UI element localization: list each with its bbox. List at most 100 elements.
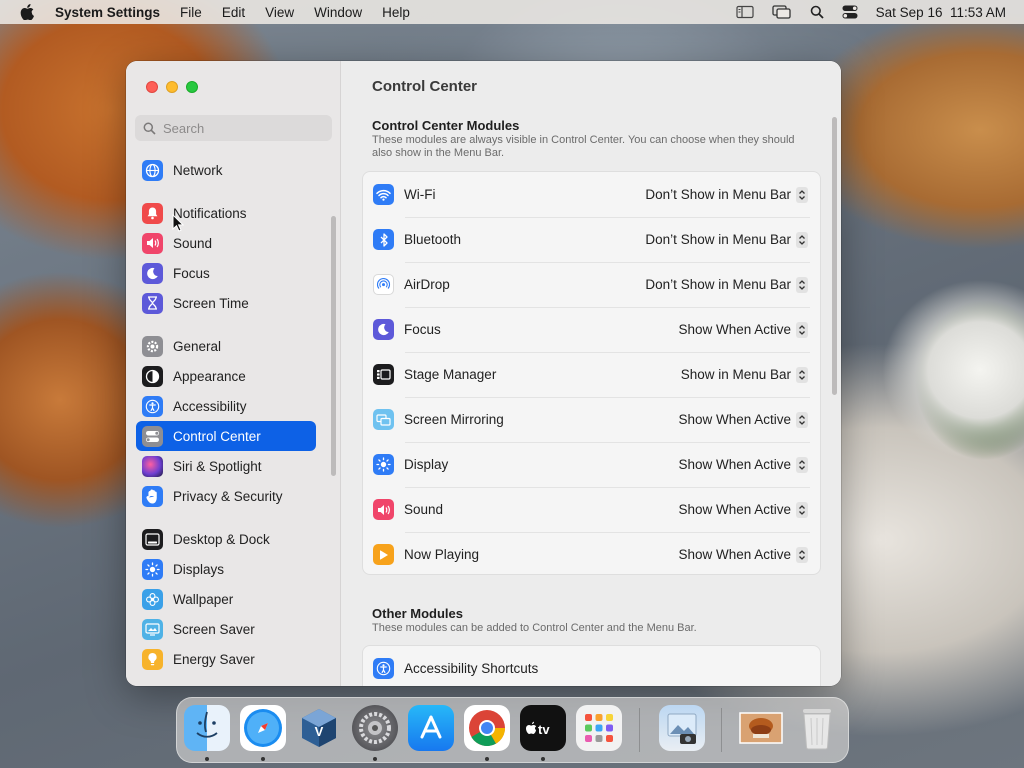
chevron-updown-icon bbox=[796, 501, 808, 518]
module-option-value: Show When Active bbox=[678, 502, 791, 517]
virtualbox-icon[interactable]: V bbox=[296, 705, 342, 751]
module-label: Display bbox=[404, 457, 449, 472]
sidebar-item-label: Screen Time bbox=[173, 295, 249, 311]
menu-file[interactable]: File bbox=[180, 5, 202, 20]
chevron-updown-icon bbox=[796, 276, 808, 293]
minimize-button[interactable] bbox=[166, 81, 178, 93]
sidebar-item-displays[interactable]: Displays bbox=[136, 554, 316, 584]
module-row-accessibility-shortcuts[interactable]: Accessibility Shortcuts bbox=[363, 646, 820, 686]
accessibility-icon bbox=[373, 658, 394, 679]
page-title: Control Center bbox=[372, 78, 477, 95]
content-pane: Control Center Control Center Modules Th… bbox=[342, 61, 841, 686]
image-thumbnail-icon[interactable] bbox=[738, 705, 784, 751]
moon-icon bbox=[142, 262, 163, 284]
bell-icon bbox=[142, 202, 163, 224]
sidebar-item-energy-saver[interactable]: Energy Saver bbox=[136, 644, 316, 674]
sidebar-item-control-center[interactable]: Control Center bbox=[136, 421, 316, 451]
apple-tv-icon[interactable]: tv bbox=[520, 705, 566, 751]
module-option-value: Show When Active bbox=[678, 322, 791, 337]
sidebar-item-privacy-security[interactable]: Privacy & Security bbox=[136, 481, 316, 511]
module-option-select[interactable]: Don’t Show in Menu Bar bbox=[645, 231, 808, 248]
bluetooth-icon bbox=[373, 229, 394, 250]
app-store-icon[interactable] bbox=[408, 705, 454, 751]
other-modules-list: Accessibility Shortcuts bbox=[362, 645, 821, 686]
module-row-screen-mirroring: Screen Mirroring Show When Active bbox=[363, 397, 820, 442]
module-option-value: Don’t Show in Menu Bar bbox=[645, 187, 791, 202]
content-scrollbar[interactable] bbox=[832, 117, 837, 395]
search-input[interactable]: Search bbox=[135, 115, 332, 141]
sidebar-item-screen-saver[interactable]: Screen Saver bbox=[136, 614, 316, 644]
chevron-updown-icon bbox=[796, 231, 808, 248]
accessibility-icon bbox=[142, 395, 163, 417]
sidebar-item-general[interactable]: General bbox=[136, 331, 316, 361]
sidebar-toggle-status-icon[interactable] bbox=[736, 5, 754, 19]
sun-icon bbox=[373, 454, 394, 475]
sidebar-item-accessibility[interactable]: Accessibility bbox=[136, 391, 316, 421]
screen-mirroring-status-icon[interactable] bbox=[772, 5, 792, 19]
module-option-value: Show When Active bbox=[678, 412, 791, 427]
module-row-sound: Sound Show When Active bbox=[363, 487, 820, 532]
sidebar-item-label: Notifications bbox=[173, 205, 247, 221]
finder-icon[interactable] bbox=[184, 705, 230, 751]
module-option-select[interactable]: Show When Active bbox=[678, 411, 808, 428]
sidebar-item-network[interactable]: Network bbox=[136, 155, 316, 185]
module-option-value: Show When Active bbox=[678, 547, 791, 562]
chevron-updown-icon bbox=[796, 456, 808, 473]
sidebar-item-wallpaper[interactable]: Wallpaper bbox=[136, 584, 316, 614]
wifi-icon bbox=[373, 184, 394, 205]
sidebar-item-label: Energy Saver bbox=[173, 651, 255, 667]
apple-menu-icon[interactable] bbox=[16, 1, 38, 23]
sidebar-item-notifications[interactable]: Notifications bbox=[136, 198, 316, 228]
chrome-icon[interactable] bbox=[464, 705, 510, 751]
module-row-bluetooth: Bluetooth Don’t Show in Menu Bar bbox=[363, 217, 820, 262]
control-center-icon bbox=[142, 425, 163, 447]
module-row-stage-manager: Stage Manager Show in Menu Bar bbox=[363, 352, 820, 397]
module-option-value: Show When Active bbox=[678, 457, 791, 472]
module-option-select[interactable]: Show When Active bbox=[678, 321, 808, 338]
system-settings-icon[interactable] bbox=[352, 705, 398, 751]
menu-app-name[interactable]: System Settings bbox=[55, 5, 160, 20]
module-option-select[interactable]: Show in Menu Bar bbox=[680, 366, 808, 383]
menu-window[interactable]: Window bbox=[314, 5, 362, 20]
bulb-icon bbox=[142, 648, 163, 670]
module-row-wifi: Wi-Fi Don’t Show in Menu Bar bbox=[363, 172, 820, 217]
sidebar-item-label: Network bbox=[173, 162, 223, 178]
menu-help[interactable]: Help bbox=[382, 5, 410, 20]
play-icon bbox=[373, 544, 394, 565]
module-option-select[interactable]: Don’t Show in Menu Bar bbox=[645, 186, 808, 203]
control-center-status-icon[interactable] bbox=[842, 5, 858, 19]
dock-separator bbox=[639, 708, 640, 752]
zoom-button[interactable] bbox=[186, 81, 198, 93]
menu-clock[interactable]: Sat Sep 16 11:53 AM bbox=[876, 5, 1006, 20]
sidebar-item-label: Focus bbox=[173, 265, 210, 281]
module-option-select[interactable]: Show When Active bbox=[678, 456, 808, 473]
hourglass-icon bbox=[142, 292, 163, 314]
sidebar-item-focus[interactable]: Focus bbox=[136, 258, 316, 288]
menu-edit[interactable]: Edit bbox=[222, 5, 245, 20]
module-option-value: Show in Menu Bar bbox=[680, 367, 791, 382]
spotlight-search-icon[interactable] bbox=[810, 5, 824, 19]
chevron-updown-icon bbox=[796, 411, 808, 428]
sidebar-item-screen-time[interactable]: Screen Time bbox=[136, 288, 316, 318]
module-option-select[interactable]: Show When Active bbox=[678, 501, 808, 518]
module-option-select[interactable]: Don’t Show in Menu Bar bbox=[645, 276, 808, 293]
sidebar-item-siri-spotlight[interactable]: Siri & Spotlight bbox=[136, 451, 316, 481]
module-label: AirDrop bbox=[404, 277, 450, 292]
preview-icon[interactable] bbox=[659, 705, 705, 751]
launchpad-icon[interactable] bbox=[576, 705, 622, 751]
running-indicator bbox=[261, 757, 265, 761]
close-button[interactable] bbox=[146, 81, 158, 93]
moon-icon bbox=[373, 319, 394, 340]
search-placeholder: Search bbox=[163, 120, 205, 136]
sidebar-scrollbar[interactable] bbox=[331, 216, 336, 476]
module-option-select[interactable]: Show When Active bbox=[678, 546, 808, 563]
sidebar-item-label: Desktop & Dock bbox=[173, 531, 270, 547]
sidebar-item-sound[interactable]: Sound bbox=[136, 228, 316, 258]
menu-view[interactable]: View bbox=[265, 5, 294, 20]
trash-icon[interactable] bbox=[794, 705, 840, 751]
sidebar-item-appearance[interactable]: Appearance bbox=[136, 361, 316, 391]
section-description-other: These modules can be added to Control Ce… bbox=[372, 622, 697, 634]
safari-icon[interactable] bbox=[240, 705, 286, 751]
sidebar-item-desktop-dock[interactable]: Desktop & Dock bbox=[136, 524, 316, 554]
speaker-icon bbox=[142, 232, 163, 254]
